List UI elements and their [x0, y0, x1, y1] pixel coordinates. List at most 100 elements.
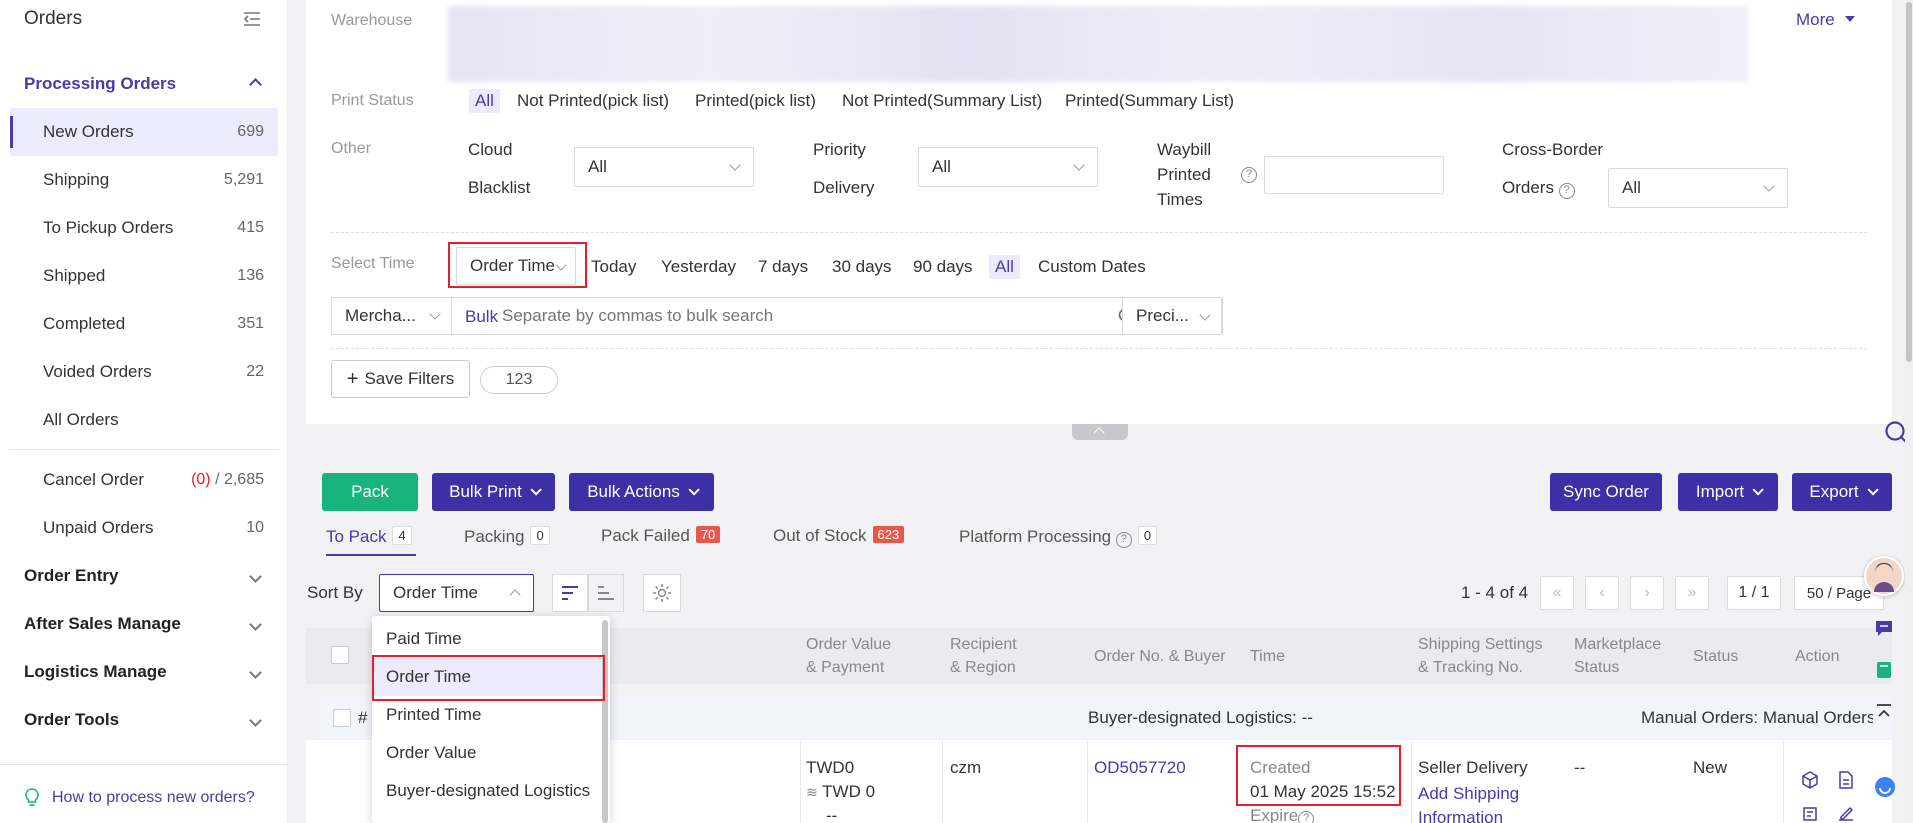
sidebar-item-new-orders[interactable]: New Orders 699 — [10, 108, 278, 156]
sort-select[interactable]: Order Time — [379, 574, 534, 612]
edit-action-icon[interactable] — [1836, 806, 1856, 823]
prev-page-button[interactable]: ‹ — [1585, 576, 1619, 610]
database-icon: ≋ — [806, 784, 818, 800]
order-no-link[interactable]: OD5057720 — [1094, 758, 1186, 778]
sidebar-item-cancel-order[interactable]: Cancel Order (0) / 2,685 — [0, 460, 288, 500]
after-sales-group[interactable]: After Sales Manage — [0, 604, 288, 644]
processing-orders-group[interactable]: Processing Orders — [0, 64, 288, 104]
tab-active-underline — [326, 554, 416, 556]
saved-filter-tag[interactable]: 123 — [480, 366, 558, 394]
pack-action-icon[interactable] — [1800, 770, 1820, 795]
tab-out-of-stock[interactable]: Out of Stock 623 — [773, 526, 905, 546]
sidebar-divider — [10, 449, 278, 450]
print-status-printed-pick[interactable]: Printed(pick list) — [695, 91, 816, 111]
help-icon[interactable]: ? — [1558, 183, 1575, 199]
expire-label: Expire? — [1250, 806, 1315, 823]
back-to-top-icon[interactable] — [1874, 702, 1894, 727]
tab-platform-processing[interactable]: Platform Processing ? 0 — [959, 526, 1158, 548]
chevron-down-icon — [429, 308, 441, 320]
dropdown-scrollbar[interactable] — [602, 620, 608, 823]
chevron-down-icon — [688, 484, 700, 496]
time-all[interactable]: All — [989, 255, 1020, 279]
collapse-filters-handle[interactable] — [1072, 424, 1128, 440]
precision-select[interactable]: Preci... — [1122, 297, 1222, 335]
add-shipping-info-link[interactable]: Add Shipping Information — [1418, 782, 1519, 823]
search-input[interactable] — [502, 302, 1022, 330]
more-button[interactable]: More — [1796, 10, 1856, 30]
import-button[interactable]: Import — [1678, 473, 1778, 511]
col-recipient: Recipient & Region — [950, 636, 1017, 676]
priority-delivery-select[interactable]: All — [918, 147, 1098, 187]
waybill-times-input[interactable] — [1264, 156, 1444, 194]
sidebar-item-completed[interactable]: Completed 351 — [0, 304, 288, 344]
group-checkbox[interactable] — [333, 709, 351, 727]
sync-order-button[interactable]: Sync Order — [1550, 473, 1662, 511]
bulk-print-button[interactable]: Bulk Print — [432, 473, 555, 511]
sort-option-order-value[interactable]: Order Value — [372, 734, 604, 772]
col-divider — [1087, 740, 1088, 823]
sidebar-item-count: 699 — [237, 123, 264, 140]
help-link[interactable]: How to process new orders? — [24, 788, 255, 808]
sort-option-buyer-logistics[interactable]: Buyer-designated Logistics — [372, 772, 604, 810]
cloud-blacklist-select[interactable]: All — [574, 147, 754, 187]
time-today[interactable]: Today — [591, 257, 636, 277]
col-status: Status — [1693, 648, 1739, 665]
chevron-down-icon — [249, 713, 262, 727]
help-icon[interactable]: ? — [1298, 811, 1315, 823]
sidebar-item-all-orders[interactable]: All Orders — [0, 400, 288, 440]
settings-gear-icon[interactable] — [643, 574, 681, 612]
sidebar: Orders Processing Orders New Orders 699 … — [0, 0, 288, 823]
document-action-icon[interactable] — [1836, 770, 1856, 795]
sort-option-paid-time[interactable]: Paid Time — [372, 620, 604, 658]
page-scrollbar[interactable] — [1905, 0, 1913, 823]
sidebar-item-to-pickup[interactable]: To Pickup Orders 415 — [0, 208, 288, 248]
next-page-button[interactable]: › — [1630, 576, 1664, 610]
last-page-button[interactable]: » — [1675, 576, 1709, 610]
cross-border-label-1: Cross-Border — [1502, 140, 1604, 159]
waybill-label-1: Waybill — [1157, 140, 1212, 159]
filter-divider — [331, 232, 1867, 233]
help-icon[interactable]: ? — [1241, 167, 1257, 183]
sort-descending-button[interactable] — [552, 574, 588, 612]
print-status-not-printed-summary[interactable]: Not Printed(Summary List) — [842, 91, 1042, 111]
print-status-printed-summary[interactable]: Printed(Summary List) — [1065, 91, 1234, 111]
page-input[interactable]: 1 / 1 — [1727, 576, 1781, 610]
tab-packing[interactable]: Packing 0 — [464, 526, 550, 547]
order-tools-group[interactable]: Order Tools — [0, 700, 288, 740]
time-custom-dates[interactable]: Custom Dates — [1038, 257, 1146, 277]
time-yesterday[interactable]: Yesterday — [661, 257, 736, 277]
sidebar-item-shipped[interactable]: Shipped 136 — [0, 256, 288, 296]
bulk-actions-button[interactable]: Bulk Actions — [569, 473, 714, 511]
sort-ascending-button[interactable] — [588, 574, 624, 612]
support-avatar[interactable] — [1864, 556, 1904, 596]
assistant-icon[interactable] — [1874, 776, 1896, 803]
logistics-group[interactable]: Logistics Manage — [0, 652, 288, 692]
search-field-select[interactable]: Mercha... — [332, 298, 452, 334]
collapse-sidebar-icon[interactable] — [243, 11, 261, 27]
time-7-days[interactable]: 7 days — [758, 257, 808, 277]
bulk-search-toggle[interactable]: Bulk — [465, 307, 498, 327]
select-all-checkbox[interactable] — [331, 646, 349, 664]
save-filters-button[interactable]: + Save Filters — [331, 360, 470, 398]
sidebar-item-shipping[interactable]: Shipping 5,291 — [0, 160, 288, 200]
tab-pack-failed[interactable]: Pack Failed 70 — [601, 526, 721, 546]
first-page-button[interactable]: « — [1540, 576, 1574, 610]
pack-button[interactable]: Pack — [322, 473, 418, 511]
chat-icon[interactable] — [1874, 618, 1894, 643]
book-icon[interactable] — [1874, 660, 1894, 685]
tab-to-pack[interactable]: To Pack 4 — [326, 526, 412, 547]
export-button[interactable]: Export — [1792, 473, 1892, 511]
print-action-icon[interactable] — [1800, 806, 1820, 823]
cross-border-label-2: Orders ? — [1502, 178, 1575, 199]
print-status-not-printed-pick[interactable]: Not Printed(pick list) — [517, 91, 669, 111]
chevron-up-icon — [509, 589, 521, 601]
order-entry-group[interactable]: Order Entry — [0, 556, 288, 596]
time-90-days[interactable]: 90 days — [913, 257, 973, 277]
print-status-all[interactable]: All — [469, 89, 500, 113]
sort-option-printed-time[interactable]: Printed Time — [372, 696, 604, 734]
cross-border-select[interactable]: All — [1608, 168, 1788, 208]
highlight-sort-option-order-time — [372, 655, 605, 701]
sidebar-item-unpaid[interactable]: Unpaid Orders 10 — [0, 508, 288, 548]
time-30-days[interactable]: 30 days — [832, 257, 892, 277]
sidebar-item-voided[interactable]: Voided Orders 22 — [0, 352, 288, 392]
